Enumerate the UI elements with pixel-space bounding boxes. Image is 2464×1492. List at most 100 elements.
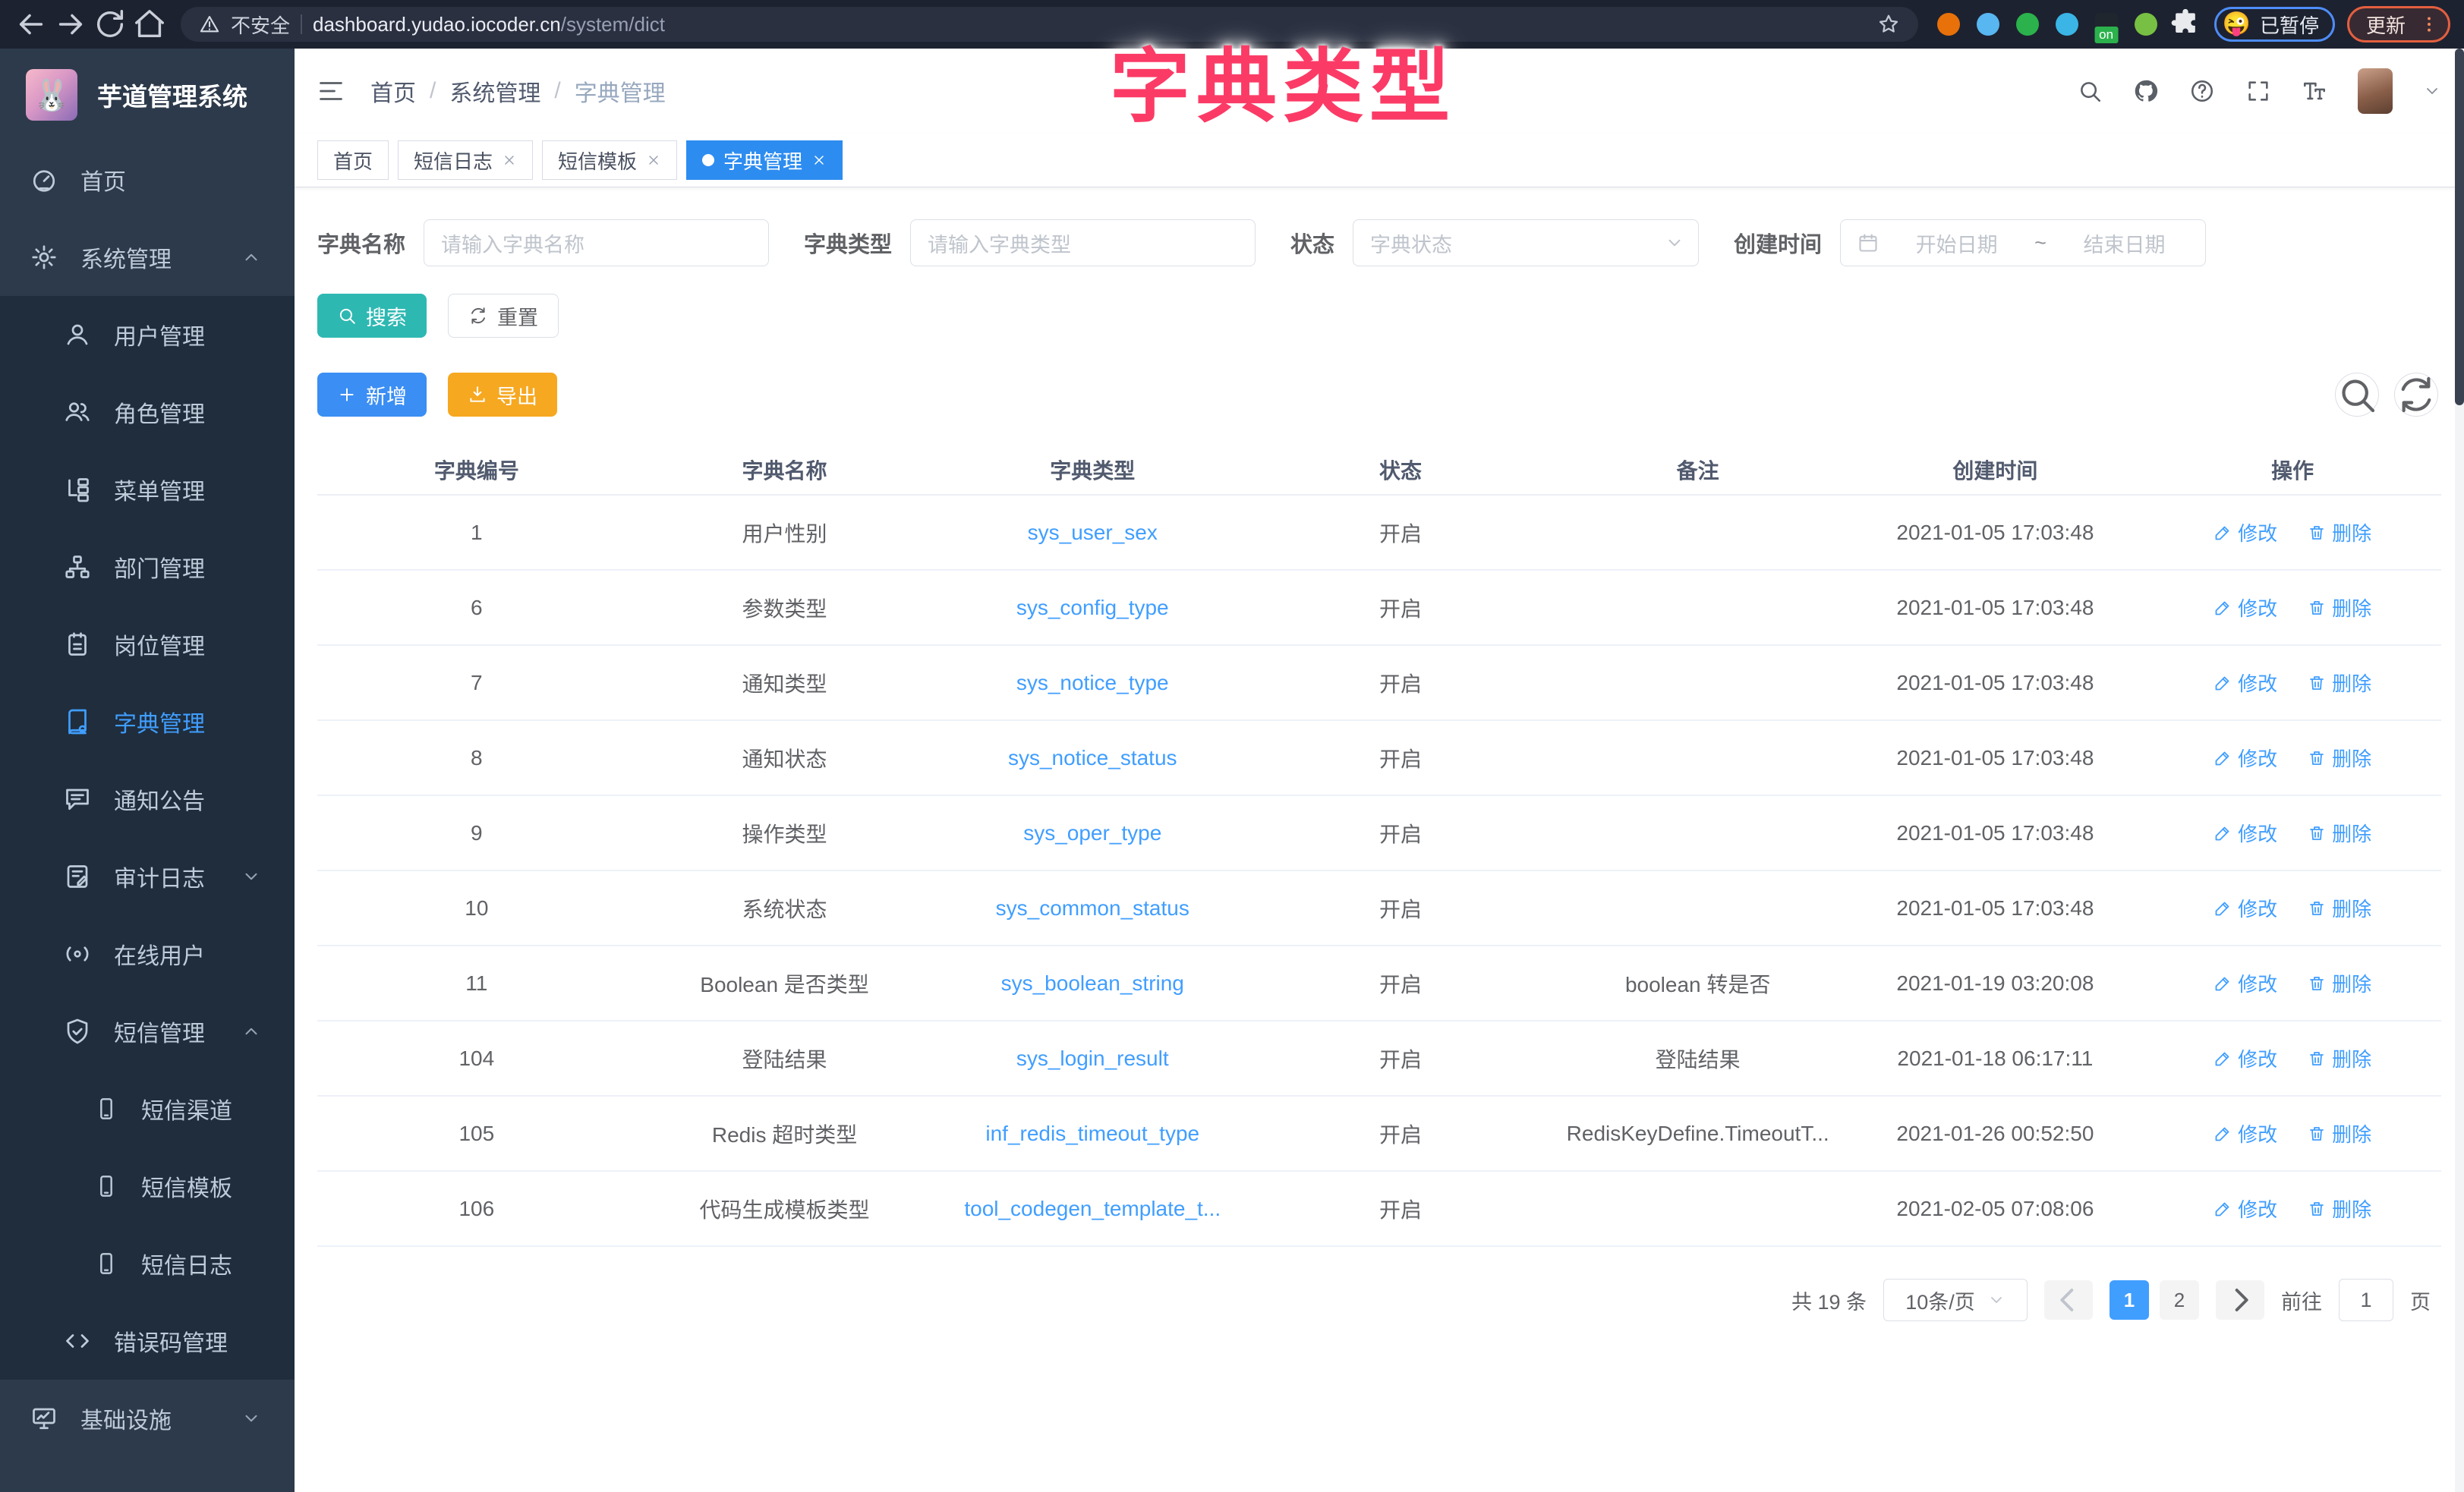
date-start-input[interactable]: 开始日期 <box>1892 228 2021 258</box>
kebab-menu-icon[interactable] <box>2419 13 2439 36</box>
prev-page-button[interactable] <box>2044 1280 2093 1320</box>
edit-button[interactable]: 修改 <box>2214 669 2277 697</box>
delete-button[interactable]: 删除 <box>2308 593 2371 622</box>
delete-button[interactable]: 删除 <box>2308 744 2371 772</box>
tab-sms-template[interactable]: 短信模板 <box>542 140 677 180</box>
chevron-down-icon[interactable] <box>2423 82 2441 100</box>
next-page-button[interactable] <box>2216 1280 2264 1320</box>
dict-type-link[interactable]: inf_redis_timeout_type <box>933 1122 1252 1146</box>
profile-paused-badge[interactable]: 😜 已暂停 <box>2214 7 2335 42</box>
sidebar-item-role-management[interactable]: 角色管理 <box>0 373 295 451</box>
edit-button[interactable]: 修改 <box>2214 819 2277 847</box>
dict-type-link[interactable]: sys_login_result <box>933 1047 1252 1071</box>
dict-type-link[interactable]: sys_common_status <box>933 896 1252 921</box>
delete-button[interactable]: 删除 <box>2308 1044 2371 1072</box>
extension-leaf-icon[interactable] <box>2129 8 2163 41</box>
sidebar-item-notice-announcement[interactable]: 通知公告 <box>0 760 295 838</box>
close-icon[interactable] <box>502 153 517 168</box>
tab-sms-log[interactable]: 短信日志 <box>398 140 533 180</box>
sidebar-item-dict-management[interactable]: 字典管理 <box>0 683 295 760</box>
help-icon[interactable] <box>2189 78 2215 104</box>
font-size-icon[interactable] <box>2302 78 2327 104</box>
sidebar-item-infrastructure[interactable]: 基础设施 <box>0 1380 295 1457</box>
sidebar-item-sms-channel[interactable]: 短信渠道 <box>0 1070 295 1147</box>
close-icon[interactable] <box>811 153 827 168</box>
dict-type-link[interactable]: sys_config_type <box>933 596 1252 620</box>
delete-button[interactable]: 删除 <box>2308 518 2371 546</box>
search-button[interactable]: 搜索 <box>317 294 427 338</box>
tab-dict-management[interactable]: 字典管理 <box>686 140 843 180</box>
scrollbar-thumb[interactable] <box>2455 49 2464 405</box>
user-avatar[interactable] <box>2358 68 2393 114</box>
edit-button[interactable]: 修改 <box>2214 894 2277 922</box>
goto-page-input[interactable]: 1 <box>2339 1279 2393 1321</box>
app-logo[interactable]: 🐰 芋道管理系统 <box>0 49 295 141</box>
reload-icon[interactable] <box>93 7 128 42</box>
edit-button[interactable]: 修改 <box>2214 1044 2277 1072</box>
page-button-1[interactable]: 1 <box>2110 1280 2149 1320</box>
date-range-picker[interactable]: 开始日期 ~ 结束日期 <box>1840 219 2206 266</box>
forward-icon[interactable] <box>53 7 88 42</box>
dict-type-link[interactable]: sys_oper_type <box>933 821 1252 845</box>
delete-button[interactable]: 删除 <box>2308 894 2371 922</box>
tab-home[interactable]: 首页 <box>317 140 389 180</box>
page-size-select[interactable]: 10条/页 <box>1883 1279 2028 1321</box>
address-bar[interactable]: 不安全 dashboard.yudao.iocoder.cn/system/di… <box>181 7 1918 42</box>
dict-type-link[interactable]: sys_boolean_string <box>933 971 1252 996</box>
breadcrumb-home[interactable]: 首页 <box>370 74 416 108</box>
browser-update-button[interactable]: 更新 <box>2347 6 2450 42</box>
delete-button[interactable]: 删除 <box>2308 969 2371 997</box>
hamburger-icon[interactable] <box>317 77 345 105</box>
dict-type-link[interactable]: sys_notice_status <box>933 746 1252 770</box>
edit-button[interactable]: 修改 <box>2214 518 2277 546</box>
breadcrumb-system[interactable]: 系统管理 <box>449 74 540 108</box>
dict-name-input[interactable]: 请输入字典名称 <box>424 219 769 266</box>
sidebar-item-audit-log[interactable]: 审计日志 <box>0 838 295 915</box>
export-button[interactable]: 导出 <box>448 373 557 417</box>
vertical-scrollbar[interactable] <box>2455 49 2464 1492</box>
github-icon[interactable] <box>2133 78 2159 104</box>
sidebar-item-menu-management[interactable]: 菜单管理 <box>0 451 295 528</box>
dict-type-link[interactable]: tool_codegen_template_t... <box>933 1197 1252 1221</box>
sidebar-item-sms-management[interactable]: 短信管理 <box>0 993 295 1070</box>
reset-button[interactable]: 重置 <box>448 294 559 338</box>
sidebar-item-sms-log[interactable]: 短信日志 <box>0 1225 295 1302</box>
extension-dark-on-icon[interactable]: on <box>2090 8 2123 41</box>
close-icon[interactable] <box>646 153 661 168</box>
sidebar-item-online-users[interactable]: 在线用户 <box>0 915 295 993</box>
sidebar-item-system-management[interactable]: 系统管理 <box>0 219 295 296</box>
add-button[interactable]: 新增 <box>317 373 427 417</box>
delete-button[interactable]: 删除 <box>2308 669 2371 697</box>
dict-type-link[interactable]: sys_notice_type <box>933 671 1252 695</box>
back-icon[interactable] <box>14 7 49 42</box>
edit-button[interactable]: 修改 <box>2214 744 2277 772</box>
page-button-2[interactable]: 2 <box>2160 1280 2199 1320</box>
bookmark-star-icon[interactable] <box>1877 13 1900 36</box>
delete-button[interactable]: 删除 <box>2308 819 2371 847</box>
date-end-input[interactable]: 结束日期 <box>2060 228 2188 258</box>
sidebar-item-home[interactable]: 首页 <box>0 141 295 219</box>
sidebar-item-sms-template[interactable]: 短信模板 <box>0 1147 295 1225</box>
sidebar-item-dept-management[interactable]: 部门管理 <box>0 528 295 606</box>
edit-button[interactable]: 修改 <box>2214 969 2277 997</box>
home-icon[interactable] <box>132 7 167 42</box>
search-icon[interactable] <box>2077 78 2103 104</box>
sidebar-item-error-code-management[interactable]: 错误码管理 <box>0 1302 295 1380</box>
sidebar-item-post-management[interactable]: 岗位管理 <box>0 606 295 683</box>
status-select[interactable]: 字典状态 <box>1353 219 1699 266</box>
edit-button[interactable]: 修改 <box>2214 1195 2277 1223</box>
delete-button[interactable]: 删除 <box>2308 1195 2371 1223</box>
refresh-table-button[interactable] <box>2394 373 2438 417</box>
extension-green-circle-icon[interactable] <box>2011 8 2044 41</box>
edit-button[interactable]: 修改 <box>2214 593 2277 622</box>
extension-lighthouse-icon[interactable] <box>1971 8 2005 41</box>
extension-puzzle-icon[interactable] <box>2169 8 2202 41</box>
sidebar-item-user-management[interactable]: 用户管理 <box>0 296 295 373</box>
dict-type-link[interactable]: sys_user_sex <box>933 521 1252 545</box>
dict-type-input[interactable]: 请输入字典类型 <box>910 219 1256 266</box>
extension-blue-grid-icon[interactable] <box>2050 8 2084 41</box>
extension-orange-icon[interactable] <box>1932 8 1965 41</box>
edit-button[interactable]: 修改 <box>2214 1119 2277 1147</box>
delete-button[interactable]: 删除 <box>2308 1119 2371 1147</box>
fullscreen-icon[interactable] <box>2245 78 2271 104</box>
